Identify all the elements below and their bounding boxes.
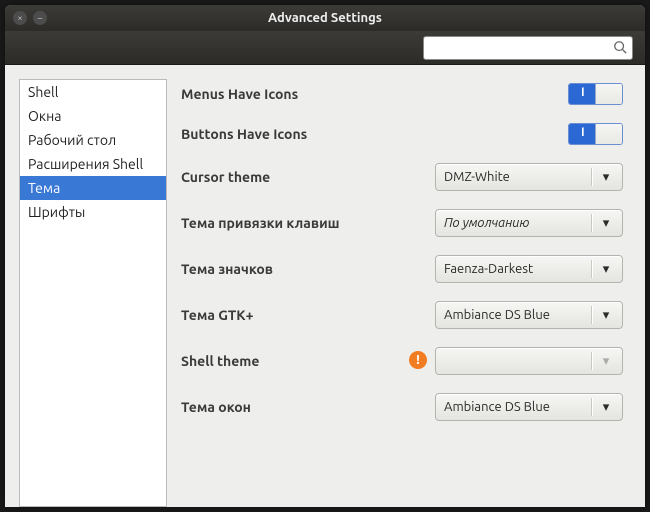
dropdown-value: Faenza-Darkest — [444, 262, 585, 276]
window-controls: × – — [13, 11, 47, 25]
label-shell-theme: Shell theme — [181, 353, 431, 369]
search-icon — [613, 40, 627, 54]
dropdown-cursor-theme[interactable]: DMZ-White ▾ — [435, 163, 623, 191]
sidebar-item-windows[interactable]: Окна — [20, 104, 166, 128]
sidebar-item-shell[interactable]: Shell — [20, 80, 166, 104]
label-gtk-theme: Тема GTK+ — [181, 307, 431, 323]
window: × – Advanced Settings Shell Окна Рабочий… — [5, 5, 645, 507]
row-window-theme: Тема окон Ambiance DS Blue ▾ — [181, 393, 623, 421]
row-shell-theme: Shell theme ! ▾ — [181, 347, 623, 375]
dropdown-value: Ambiance DS Blue — [444, 308, 585, 322]
chevron-down-icon: ▾ — [598, 216, 614, 231]
dropdown-value: DMZ-White — [444, 170, 585, 184]
dropdown-value: Ambiance DS Blue — [444, 400, 585, 414]
window-title: Advanced Settings — [5, 11, 645, 25]
settings-panel: Menus Have Icons I Buttons Have Icons I … — [181, 79, 631, 507]
dropdown-gtk-theme[interactable]: Ambiance DS Blue ▾ — [435, 301, 623, 329]
row-gtk-theme: Тема GTK+ Ambiance DS Blue ▾ — [181, 301, 623, 329]
label-menus-icons: Menus Have Icons — [181, 86, 431, 102]
chevron-down-icon: ▾ — [598, 170, 614, 185]
sidebar-item-shell-extensions[interactable]: Расширения Shell — [20, 152, 166, 176]
dropdown-shell-theme[interactable]: ▾ — [435, 347, 623, 375]
body: Shell Окна Рабочий стол Расширения Shell… — [5, 65, 645, 507]
dropdown-key-theme[interactable]: По умолчанию ▾ — [435, 209, 623, 237]
search-input[interactable] — [423, 36, 633, 60]
dropdown-value: По умолчанию — [444, 216, 585, 230]
row-key-theme: Тема привязки клавиш По умолчанию ▾ — [181, 209, 623, 237]
row-buttons-icons: Buttons Have Icons I — [181, 123, 623, 145]
warning-icon: ! — [409, 351, 427, 369]
chevron-down-icon: ▾ — [598, 262, 614, 277]
label-cursor-theme: Cursor theme — [181, 169, 431, 185]
label-key-theme: Тема привязки клавиш — [181, 215, 431, 231]
toggle-menus-icons[interactable]: I — [568, 83, 623, 105]
sidebar: Shell Окна Рабочий стол Расширения Shell… — [19, 79, 167, 507]
sidebar-item-desktop[interactable]: Рабочий стол — [20, 128, 166, 152]
dropdown-window-theme[interactable]: Ambiance DS Blue ▾ — [435, 393, 623, 421]
sidebar-item-theme[interactable]: Тема — [20, 176, 166, 200]
label-window-theme: Тема окон — [181, 399, 431, 415]
row-icon-theme: Тема значков Faenza-Darkest ▾ — [181, 255, 623, 283]
label-icon-theme: Тема значков — [181, 261, 431, 277]
sidebar-item-fonts[interactable]: Шрифты — [20, 200, 166, 224]
row-cursor-theme: Cursor theme DMZ-White ▾ — [181, 163, 623, 191]
chevron-down-icon: ▾ — [598, 354, 614, 369]
chevron-down-icon: ▾ — [598, 308, 614, 323]
toggle-buttons-icons[interactable]: I — [568, 123, 623, 145]
row-menus-icons: Menus Have Icons I — [181, 83, 623, 105]
label-buttons-icons: Buttons Have Icons — [181, 126, 431, 142]
titlebar: × – Advanced Settings — [5, 5, 645, 31]
minimize-icon[interactable]: – — [33, 11, 47, 25]
toolbar — [5, 31, 645, 65]
chevron-down-icon: ▾ — [598, 400, 614, 415]
close-icon[interactable]: × — [13, 11, 27, 25]
dropdown-icon-theme[interactable]: Faenza-Darkest ▾ — [435, 255, 623, 283]
search-field — [423, 36, 633, 60]
